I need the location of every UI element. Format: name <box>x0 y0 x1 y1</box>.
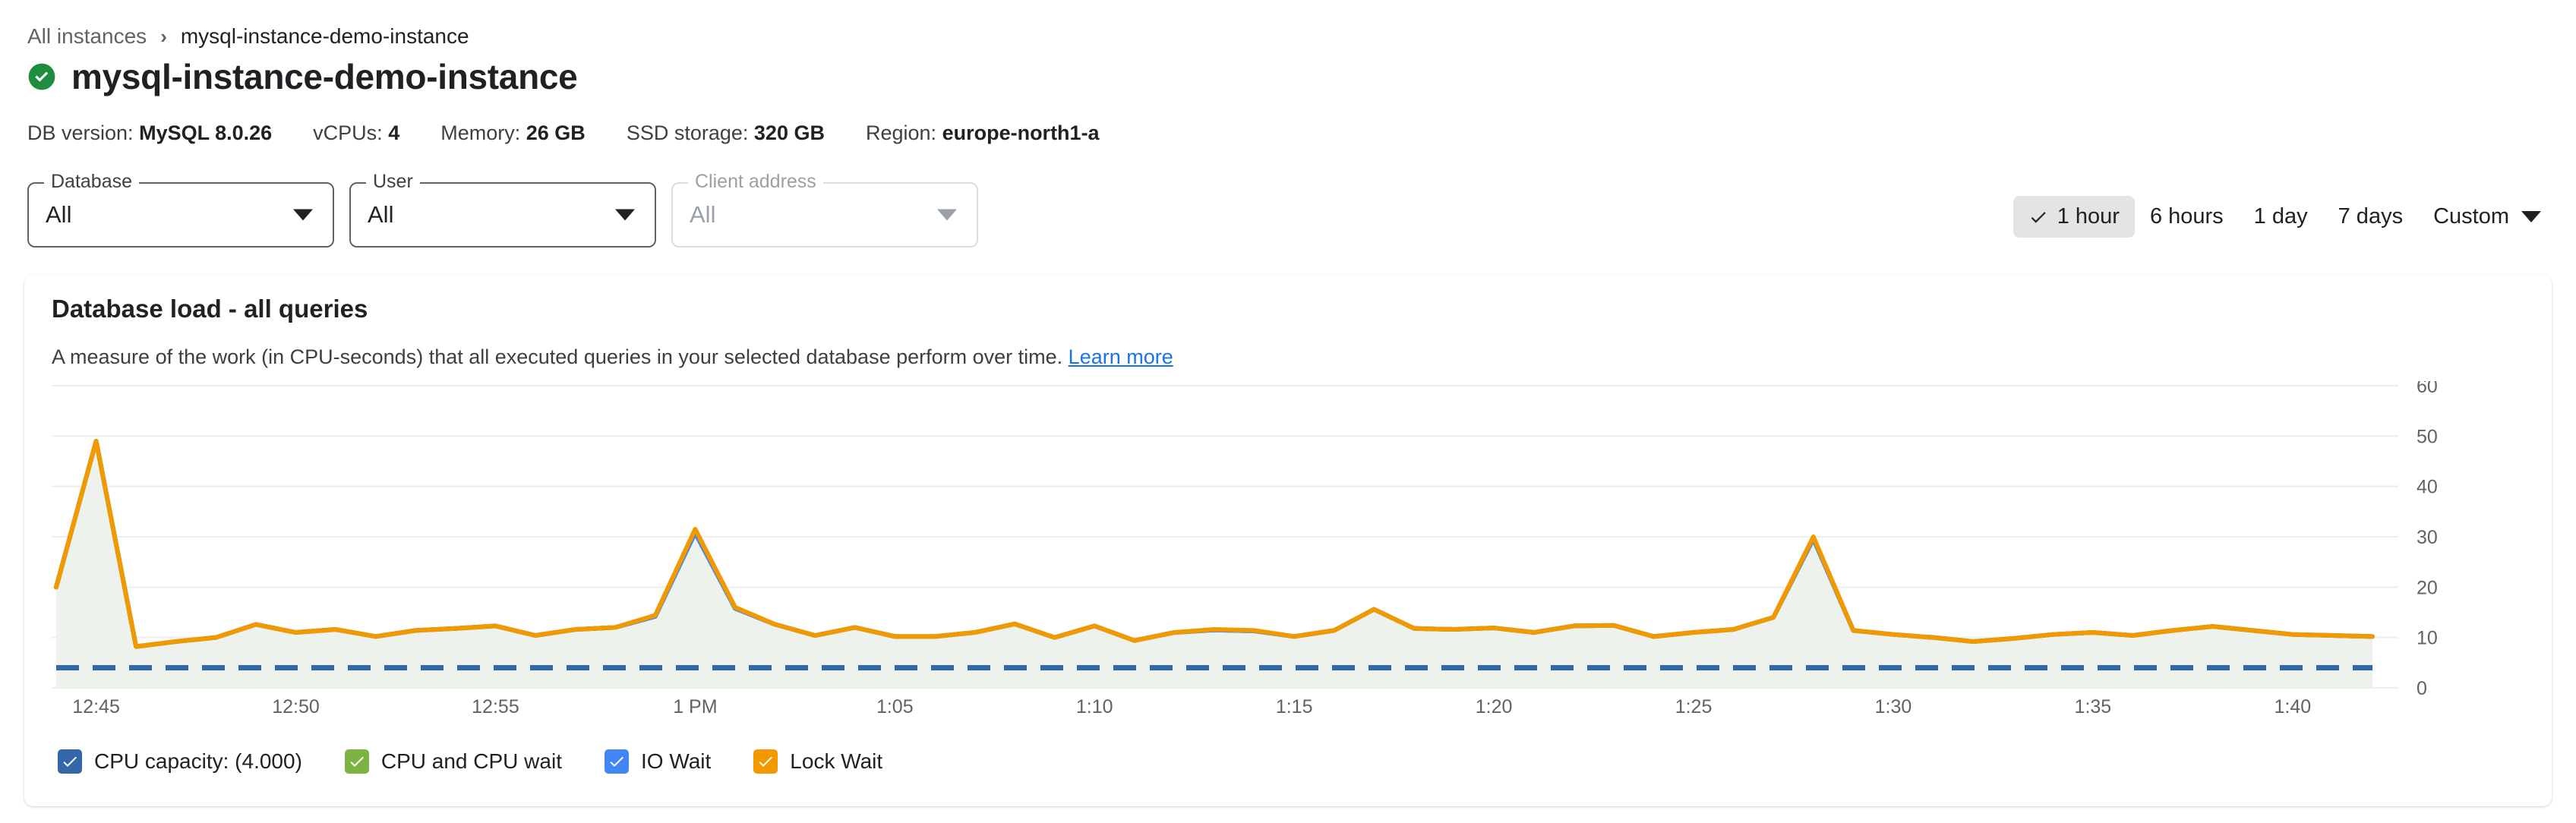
meta-ssd-storage-value: 320 GB <box>753 121 825 144</box>
check-icon <box>759 756 773 767</box>
breadcrumb-all-instances[interactable]: All instances <box>27 26 147 47</box>
legend-checkbox-lock-wait[interactable] <box>753 749 778 774</box>
chart-series-layer <box>54 438 2375 688</box>
breadcrumb-current: mysql-instance-demo-instance <box>180 24 469 48</box>
check-icon <box>63 756 77 767</box>
legend-label-lock-wait: Lock Wait <box>790 749 883 773</box>
meta-db-version: DB version: MySQL 8.0.26 <box>27 121 272 145</box>
legend-lock-wait[interactable]: Lock Wait <box>753 749 882 774</box>
chevron-down-icon <box>2521 211 2541 222</box>
time-range-7-days-label: 7 days <box>2338 204 2404 229</box>
time-range-custom-label: Custom <box>2433 204 2509 229</box>
chevron-down-icon <box>615 209 635 221</box>
x-axis-tick-label: 1:30 <box>1874 696 1912 717</box>
chevron-down-icon <box>937 209 957 221</box>
series-line-io-wait <box>54 438 2375 649</box>
meta-ssd-storage-key: SSD storage: <box>626 121 749 144</box>
user-select-value: All <box>368 201 394 228</box>
x-axis-tick-label: 1:25 <box>1675 696 1713 717</box>
filter-bar: Database All User All Client address All <box>27 172 978 248</box>
meta-db-version-value: MySQL 8.0.26 <box>139 121 273 144</box>
learn-more-link[interactable]: Learn more <box>1069 345 1173 368</box>
check-icon <box>2031 211 2046 223</box>
x-axis-tick-label: 1:15 <box>1275 696 1313 717</box>
time-range-selector: 1 hour 6 hours 1 day 7 days Custom <box>2012 196 2547 238</box>
time-range-7-days[interactable]: 7 days <box>2323 196 2418 238</box>
x-axis-tick-label: 1:10 <box>1075 696 1113 717</box>
card-description-text: A measure of the work (in CPU-seconds) t… <box>52 345 1063 368</box>
x-axis-tick-label: 12:55 <box>472 696 519 717</box>
chart-canvas[interactable]: 0102030405060 <box>24 381 2552 700</box>
x-axis-tick-label: 1:35 <box>2074 696 2112 717</box>
y-axis-tick-label: 30 <box>2417 527 2438 548</box>
client-address-select-label: Client address <box>688 172 823 191</box>
database-select-label: Database <box>44 172 140 191</box>
time-range-1-day-label: 1 day <box>2253 204 2308 229</box>
series-line-cpu-and-cpu-wait <box>54 438 2375 649</box>
x-axis-tick-label: 1 PM <box>673 696 718 717</box>
x-axis-tick-label: 12:45 <box>72 696 120 717</box>
meta-region-key: Region: <box>865 121 937 144</box>
instance-header: mysql-instance-demo-instance <box>27 57 578 96</box>
meta-memory: Memory: 26 GB <box>440 121 586 145</box>
check-icon <box>610 756 623 767</box>
x-axis-tick-label: 1:05 <box>876 696 914 717</box>
time-range-1-hour-label: 1 hour <box>2057 204 2120 229</box>
user-select[interactable]: User All <box>349 172 656 248</box>
user-select-label: User <box>366 172 420 191</box>
instance-meta: DB version: MySQL 8.0.26 vCPUs: 4 Memory… <box>27 121 1100 145</box>
chevron-down-icon <box>293 209 313 221</box>
legend-checkbox-cpu-and-cpu-wait[interactable] <box>344 749 369 774</box>
meta-region-value: europe-north1-a <box>942 121 1100 144</box>
chart-legend: CPU capacity: (4.000) CPU and CPU wait I… <box>58 749 882 774</box>
y-axis-tick-label: 10 <box>2417 628 2438 649</box>
meta-memory-key: Memory: <box>440 121 521 144</box>
breadcrumb: All instances › mysql-instance-demo-inst… <box>27 26 469 47</box>
y-axis-tick-label: 60 <box>2417 381 2438 397</box>
meta-memory-value: 26 GB <box>526 121 586 144</box>
chart-y-axis-labels: 0102030405060 <box>2417 381 2438 699</box>
meta-vcpus: vCPUs: 4 <box>313 121 399 145</box>
time-range-1-day[interactable]: 1 day <box>2239 196 2323 238</box>
meta-region: Region: europe-north1-a <box>866 121 1100 145</box>
query-insights-page: All instances › mysql-instance-demo-inst… <box>0 0 2576 823</box>
y-axis-tick-label: 20 <box>2417 577 2438 598</box>
client-address-select-value: All <box>690 201 716 228</box>
x-axis-tick-label: 1:20 <box>1475 696 1513 717</box>
time-range-6-hours[interactable]: 6 hours <box>2135 196 2239 238</box>
card-title: Database load - all queries <box>52 295 368 323</box>
database-load-chart: 0 10 20 30 40 50 60 <box>24 381 2552 700</box>
check-icon <box>350 756 364 767</box>
legend-label-cpu-capacity: CPU capacity: (4.000) <box>94 749 302 773</box>
database-load-card: Database load - all queries A measure of… <box>24 275 2552 806</box>
x-axis-tick-label: 1:40 <box>2274 696 2312 717</box>
page-title: mysql-instance-demo-instance <box>71 57 578 96</box>
time-range-6-hours-label: 6 hours <box>2149 204 2224 229</box>
legend-checkbox-cpu-capacity[interactable] <box>58 749 82 774</box>
series-line-lock-wait <box>54 438 2375 649</box>
legend-io-wait[interactable]: IO Wait <box>604 749 712 774</box>
time-range-custom[interactable]: Custom <box>2418 196 2547 238</box>
y-axis-tick-label: 50 <box>2417 426 2438 447</box>
database-select[interactable]: Database All <box>27 172 334 248</box>
chart-area-fill <box>56 440 2372 688</box>
y-axis-tick-label: 40 <box>2417 477 2438 498</box>
legend-cpu-capacity[interactable]: CPU capacity: (4.000) <box>58 749 302 774</box>
legend-label-io-wait: IO Wait <box>640 749 712 773</box>
legend-cpu-and-cpu-wait[interactable]: CPU and CPU wait <box>344 749 562 774</box>
meta-vcpus-key: vCPUs: <box>313 121 383 144</box>
legend-checkbox-io-wait[interactable] <box>604 749 629 774</box>
client-address-select: Client address All <box>671 172 978 248</box>
x-axis-tick-label: 12:50 <box>272 696 320 717</box>
meta-vcpus-value: 4 <box>388 121 400 144</box>
breadcrumb-separator-icon: › <box>160 25 167 48</box>
meta-db-version-key: DB version: <box>27 121 134 144</box>
time-range-1-hour[interactable]: 1 hour <box>2012 196 2135 238</box>
check-circle-icon <box>28 63 55 90</box>
legend-label-cpu-and-cpu-wait: CPU and CPU wait <box>380 749 562 773</box>
database-select-value: All <box>46 201 72 228</box>
chart-x-axis: 12:45 12:50 12:55 1 PM 1:05 1:10 1:15 1:20 1:25 1… <box>24 696 2552 722</box>
meta-ssd-storage: SSD storage: 320 GB <box>627 121 825 145</box>
card-description: A measure of the work (in CPU-seconds) t… <box>52 345 1173 369</box>
